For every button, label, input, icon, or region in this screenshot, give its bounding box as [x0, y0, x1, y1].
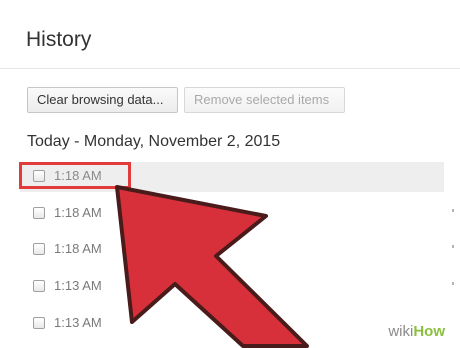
pointer-arrow-icon: [115, 185, 309, 348]
watermark-how: How: [413, 323, 445, 340]
watermark-wiki: wiki: [388, 323, 414, 340]
wikihow-watermark: wikiHow: [381, 321, 452, 342]
